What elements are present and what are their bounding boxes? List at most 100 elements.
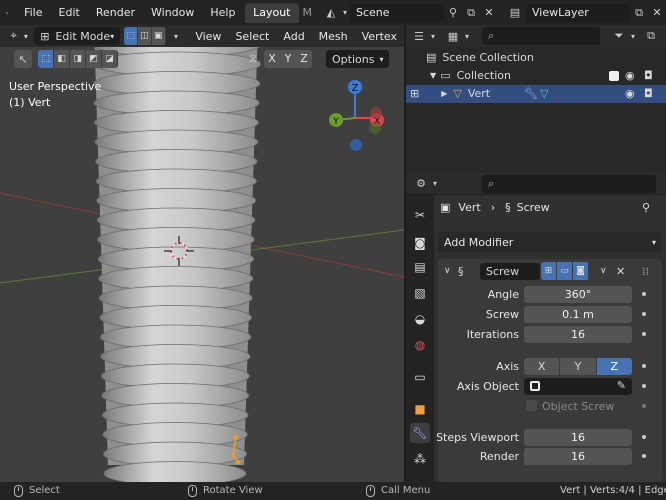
modifier-tab-icon[interactable]: 🔧︎ (410, 423, 430, 443)
modifier-wrench-icon[interactable]: 🔧︎ (524, 85, 538, 103)
object-tab-icon[interactable]: ■ (410, 399, 430, 419)
angle-field[interactable]: 360° (524, 285, 632, 303)
mirror-y-button[interactable]: Y (280, 50, 296, 68)
collapse-panel-icon[interactable]: ∨ (444, 266, 451, 276)
edit-mode-icon[interactable]: ⊞ (410, 85, 419, 103)
render-steps-field[interactable]: 16 (524, 447, 632, 465)
axis-object-keyframe-dot[interactable] (642, 384, 646, 388)
screw-mesh[interactable] (91, 25, 263, 482)
steps-viewport-keyframe-dot[interactable] (642, 435, 646, 439)
object-screw-keyframe-dot[interactable] (642, 404, 646, 408)
display-mode-icon[interactable]: ▦ (444, 27, 462, 45)
outliner-editor-type-icon[interactable]: ☰ (410, 27, 428, 45)
options-dropdown[interactable]: Options ▾ (326, 50, 390, 68)
select-extend-icon[interactable]: ◧ (54, 50, 70, 68)
scene-tab-icon[interactable]: ◒ (410, 309, 430, 329)
vert-render-icon[interactable]: ◘ (644, 85, 653, 103)
mirror-x-button[interactable]: X (264, 50, 280, 68)
render-toggle-icon[interactable]: ◙ (573, 262, 589, 280)
outliner-row-vert[interactable]: ⊞ ▶ ▽ Vert 🔧︎ ▽ ◉ ◘ (406, 85, 666, 103)
editor-type-dropdown-icon[interactable]: ▾ (22, 27, 31, 45)
workspace-tab-next[interactable]: M (299, 3, 317, 23)
filter-dropdown-icon[interactable]: ▾ (628, 27, 638, 45)
select-invert-icon[interactable]: ◩ (86, 50, 102, 68)
menu-file[interactable]: File (16, 0, 50, 25)
scene-selector-icon[interactable]: ◭ (322, 4, 340, 22)
gizmo-neg-y-axis[interactable] (369, 122, 381, 134)
vertex-select-mode-icon[interactable]: ⬚ (124, 27, 139, 45)
menu-mesh[interactable]: Mesh (312, 30, 355, 43)
collection-visibility-icon[interactable]: ◉ (625, 67, 635, 85)
menu-select[interactable]: Select (228, 30, 276, 43)
properties-search-input[interactable]: ⌕ (482, 174, 656, 193)
modifier-name-field[interactable]: Screw (480, 262, 540, 280)
menu-vertex[interactable]: Vertex (355, 30, 404, 43)
collection-expand-icon[interactable]: ▼ (430, 67, 436, 85)
collection-tab-icon[interactable]: ▭ (410, 367, 430, 387)
outliner-search-input[interactable]: ⌕ (482, 27, 600, 45)
scene-name-field[interactable]: Scene (350, 3, 444, 22)
gizmo-neg-z-axis[interactable] (350, 139, 362, 151)
iterations-keyframe-dot[interactable] (642, 332, 646, 336)
collection-exclude-checkbox[interactable] (609, 71, 619, 81)
axis-x-button[interactable]: X (524, 357, 561, 375)
edge-select-mode-icon[interactable]: ◫ (138, 27, 152, 45)
iterations-field[interactable]: 16 (524, 325, 632, 343)
modifier-menu-dropdown-icon[interactable]: ∨ (600, 266, 607, 276)
filter-icon[interactable]: ⏷ (610, 27, 628, 45)
workspace-tab-layout[interactable]: Layout (245, 2, 299, 23)
render-steps-keyframe-dot[interactable] (642, 454, 646, 458)
screw-field[interactable]: 0.1 m (524, 305, 632, 323)
outliner-row-collection[interactable]: ▼ ▭ Collection ◉ ◘ (406, 67, 666, 85)
new-view-layer-icon[interactable]: ⧉ (630, 4, 648, 22)
new-scene-icon[interactable]: ⧉ (462, 4, 480, 22)
particles-tab-icon[interactable]: ⁂ (410, 449, 430, 469)
properties-editor-dropdown-icon[interactable]: ▾ (430, 175, 440, 193)
delete-view-layer-icon[interactable]: ✕ (648, 4, 666, 22)
mesh-data-icon[interactable]: ▽ (540, 85, 548, 103)
select-mode-dropdown-icon[interactable]: ▾ (172, 27, 181, 45)
render-tab-icon[interactable]: ◙ (410, 233, 430, 253)
navigation-gizmo[interactable]: Z Y X (329, 80, 384, 151)
eyedropper-icon[interactable]: ✎ (617, 379, 626, 392)
vert-expand-icon[interactable]: ▶ (441, 85, 447, 103)
collection-render-icon[interactable]: ◘ (644, 67, 653, 85)
menu-window[interactable]: Window (143, 0, 202, 25)
outliner-editor-dropdown-icon[interactable]: ▾ (428, 27, 438, 45)
viewport-scene[interactable]: Z Y X (0, 25, 404, 482)
steps-viewport-field[interactable]: 16 (524, 428, 632, 446)
pin-icon[interactable]: ⚲ (444, 4, 462, 22)
add-modifier-button[interactable]: Add Modifier ▾ (438, 232, 662, 252)
remove-modifier-icon[interactable]: ✕ (616, 265, 625, 278)
menu-render[interactable]: Render (88, 0, 143, 25)
edit-mode-toggle-icon[interactable]: ⊞ (541, 262, 557, 280)
properties-editor-type-icon[interactable]: ⚙ (412, 175, 430, 193)
menu-help[interactable]: Help (202, 0, 243, 25)
new-collection-icon[interactable]: ⧉ (642, 27, 660, 45)
axis-keyframe-dot[interactable] (642, 364, 646, 368)
menu-add[interactable]: Add (276, 30, 311, 43)
viewport-toggle-icon[interactable]: ▭ (557, 262, 573, 280)
delete-scene-icon[interactable]: ✕ (480, 4, 498, 22)
menu-view[interactable]: View (188, 30, 228, 43)
output-tab-icon[interactable]: ▤ (410, 257, 430, 277)
properties-pin-icon[interactable]: ⚲ (642, 201, 650, 214)
3d-viewport[interactable]: Z Y X ⌖ ▾ ⊞ Edit Mode ▾ ⬚ ◫ ▣ ▾ View Sel… (0, 25, 404, 482)
tool-tab-icon[interactable]: ✂ (410, 205, 430, 225)
scene-dropdown-icon[interactable]: ▾ (340, 4, 350, 22)
view-layer-icon[interactable]: ▤ (506, 4, 524, 22)
display-mode-dropdown-icon[interactable]: ▾ (462, 27, 472, 45)
select-new-icon[interactable]: ⬚ (38, 50, 54, 68)
angle-keyframe-dot[interactable] (642, 292, 646, 296)
axis-y-button[interactable]: Y (560, 357, 597, 375)
select-intersect-icon[interactable]: ◪ (102, 50, 118, 68)
editor-type-icon[interactable]: ⌖ (6, 27, 22, 45)
screw-keyframe-dot[interactable] (642, 312, 646, 316)
face-select-mode-icon[interactable]: ▣ (151, 27, 166, 45)
object-screw-checkbox[interactable] (526, 400, 537, 411)
axis-z-button[interactable]: Z (596, 357, 632, 375)
select-subtract-icon[interactable]: ◨ (70, 50, 86, 68)
mirror-icon[interactable]: ⧖ (244, 50, 262, 68)
select-tool-icon[interactable]: ↖ (14, 50, 32, 68)
world-tab-icon[interactable]: ◍ (410, 335, 430, 355)
